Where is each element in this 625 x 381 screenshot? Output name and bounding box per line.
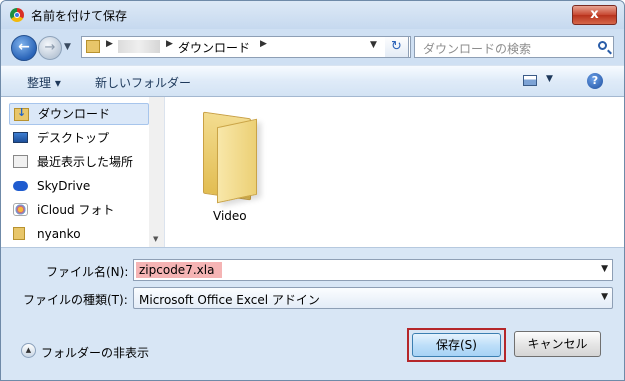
title-bar: 名前を付けて保存 x — [1, 1, 624, 29]
nav-item-label: ダウンロード — [38, 107, 111, 121]
cancel-button[interactable]: キャンセル — [514, 331, 601, 357]
help-icon[interactable]: ? — [587, 73, 603, 89]
nav-item-label: iCloud フォト — [37, 203, 115, 217]
filetype-select[interactable]: Microsoft Office Excel アドイン ▼ — [133, 287, 613, 309]
folder-label[interactable]: Video — [213, 209, 247, 223]
folder-icon — [13, 227, 25, 240]
history-dropdown-icon[interactable]: ▼ — [64, 42, 71, 52]
view-dropdown-icon[interactable]: ▼ — [546, 74, 553, 84]
filename-label: ファイル名(N): — [46, 265, 129, 279]
skydrive-cloud-icon — [13, 181, 28, 191]
nav-item-label: nyanko — [37, 227, 81, 241]
nav-item-desktop[interactable]: デスクトップ — [9, 127, 149, 149]
save-form-panel: ファイル名(N): zipcode7.xla ▼ ファイルの種類(T): Mic… — [1, 247, 624, 380]
search-placeholder: ダウンロードの検索 — [423, 42, 532, 56]
filetype-label: ファイルの種類(T): — [23, 293, 128, 307]
chrome-logo-icon — [10, 8, 24, 22]
back-button[interactable]: ← — [11, 35, 37, 61]
organize-menu-button[interactable]: 整理 ▾ — [27, 74, 61, 91]
breadcrumb-chevron-icon[interactable]: ▶ — [260, 39, 267, 49]
hide-folders-toggle-icon[interactable]: ▲ — [21, 343, 36, 358]
nav-scrollbar[interactable]: ▼ — [149, 97, 164, 247]
hide-folders-button[interactable]: フォルダーの非表示 — [41, 344, 149, 361]
address-row: ← → ▼ ▶ ▶ ダウンロード ▶ ▼ ↻ ダウンロードの検索 — [1, 29, 624, 65]
command-toolbar: 整理 ▾ 新しいフォルダー ▼ ? — [1, 65, 624, 97]
filename-field[interactable]: zipcode7.xla ▼ — [133, 259, 613, 281]
file-list-pane: Video — [165, 97, 624, 247]
navigation-pane: ダウンロード デスクトップ 最近表示した場所 SkyDrive iCloud フ… — [1, 97, 165, 247]
icloud-photos-icon — [13, 203, 28, 216]
breadcrumb-downloads[interactable]: ダウンロード — [178, 39, 250, 56]
nav-item-icloud-photos[interactable]: iCloud フォト — [9, 199, 149, 221]
filename-dropdown-icon[interactable]: ▼ — [601, 264, 608, 274]
address-dropdown-icon[interactable]: ▼ — [370, 40, 377, 50]
nav-item-label: SkyDrive — [37, 179, 91, 193]
scroll-down-arrow-icon[interactable]: ▼ — [153, 235, 158, 243]
close-button[interactable]: x — [572, 5, 617, 25]
new-folder-button[interactable]: 新しいフォルダー — [95, 74, 191, 91]
download-folder-icon — [14, 103, 29, 123]
nav-item-skydrive[interactable]: SkyDrive — [9, 175, 149, 197]
nav-item-label: デスクトップ — [37, 131, 110, 145]
nav-item-downloads[interactable]: ダウンロード — [9, 103, 149, 125]
desktop-icon — [13, 132, 28, 143]
redacted-path-segment — [118, 40, 160, 53]
forward-button[interactable]: → — [38, 36, 62, 60]
filetype-dropdown-icon[interactable]: ▼ — [601, 292, 608, 302]
folder-front-icon — [217, 118, 257, 204]
filename-value[interactable]: zipcode7.xla — [136, 262, 222, 278]
nav-item-label: 最近表示した場所 — [37, 155, 134, 169]
search-icon[interactable] — [598, 41, 607, 50]
address-bar[interactable]: ▶ ▶ ダウンロード ▶ ▼ — [81, 36, 411, 58]
search-input[interactable]: ダウンロードの検索 — [414, 36, 614, 58]
filetype-value: Microsoft Office Excel アドイン — [139, 293, 320, 307]
save-button[interactable]: 保存(S) — [412, 333, 501, 357]
nav-item-nyanko[interactable]: nyanko — [9, 223, 149, 245]
folder-icon — [86, 40, 100, 53]
save-as-dialog: 名前を付けて保存 x ← → ▼ ▶ ▶ ダウンロード ▶ ▼ ↻ ダウンロード… — [0, 0, 625, 381]
window-title: 名前を付けて保存 — [31, 9, 128, 23]
recent-places-icon — [13, 155, 28, 168]
view-options-icon[interactable] — [523, 75, 537, 86]
refresh-button[interactable]: ↻ — [385, 36, 409, 58]
list-item[interactable] — [195, 109, 275, 204]
nav-item-recent-places[interactable]: 最近表示した場所 — [9, 151, 149, 173]
breadcrumb-chevron-icon[interactable]: ▶ — [106, 39, 113, 49]
breadcrumb-chevron-icon[interactable]: ▶ — [166, 39, 173, 49]
save-button-highlight: 保存(S) — [407, 328, 506, 362]
